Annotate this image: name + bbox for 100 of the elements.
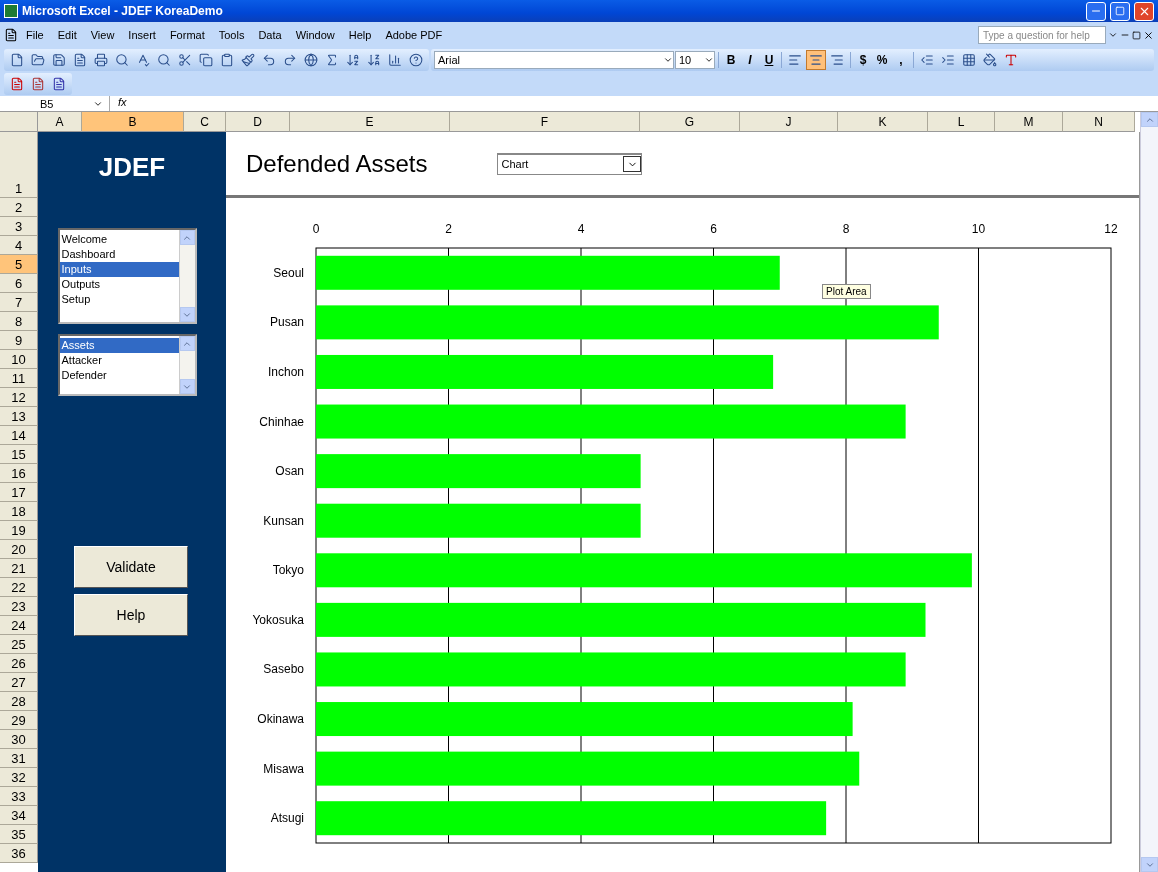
row-header[interactable]: 21	[0, 559, 38, 578]
spelling-icon[interactable]	[136, 53, 150, 67]
row-header[interactable]: 3	[0, 217, 38, 236]
restore-icon[interactable]	[1132, 30, 1141, 40]
list-item[interactable]: Inputs	[59, 262, 179, 277]
help-search-field[interactable]: Type a question for help	[978, 26, 1106, 44]
row-header[interactable]: 34	[0, 806, 38, 825]
fill-color-icon[interactable]	[983, 53, 997, 67]
row-header[interactable]: 35	[0, 825, 38, 844]
section-listbox[interactable]: Assets Attacker Defender	[57, 334, 197, 396]
globe-icon[interactable]	[304, 53, 318, 67]
print-preview-icon[interactable]	[115, 53, 129, 67]
row-header[interactable]: 18	[0, 502, 38, 521]
row-header[interactable]: 9	[0, 331, 38, 350]
row-header[interactable]: 8	[0, 312, 38, 331]
sum-icon[interactable]	[325, 53, 339, 67]
menu-item[interactable]: Data	[252, 27, 288, 43]
menu-item[interactable]: Help	[342, 27, 378, 43]
sidebar-button[interactable]: Help	[74, 594, 188, 636]
row-header[interactable]: 14	[0, 426, 38, 445]
printer-icon[interactable]	[94, 53, 108, 67]
row-header[interactable]: 15	[0, 445, 38, 464]
column-header[interactable]: A	[38, 112, 82, 132]
menu-item[interactable]: Insert	[122, 27, 162, 43]
row-header[interactable]: 26	[0, 654, 38, 673]
column-header[interactable]: K	[838, 112, 928, 132]
new-file-icon[interactable]	[10, 53, 24, 67]
restore-button[interactable]	[1110, 1, 1130, 21]
paste-icon[interactable]	[220, 53, 234, 67]
column-header[interactable]: D	[226, 112, 290, 132]
menu-item[interactable]: Window	[289, 27, 341, 43]
row-header[interactable]: 19	[0, 521, 38, 540]
help-icon[interactable]	[409, 53, 423, 67]
pdf-icon[interactable]	[10, 77, 24, 91]
font-color-icon[interactable]	[1004, 53, 1018, 67]
column-header[interactable]: J	[740, 112, 838, 132]
row-header[interactable]: 27	[0, 673, 38, 692]
list-item[interactable]: Dashboard	[59, 247, 179, 262]
font-size-select[interactable]: 10	[675, 51, 715, 69]
row-header[interactable]: 20	[0, 540, 38, 559]
column-header[interactable]: G	[640, 112, 740, 132]
row-header[interactable]: 31	[0, 749, 38, 768]
style-button[interactable]: I	[741, 50, 759, 70]
row-header[interactable]: 36	[0, 844, 38, 863]
function-label[interactable]: fx	[110, 96, 135, 111]
name-box[interactable]: B5	[0, 96, 110, 111]
number-format-button[interactable]: ,	[892, 50, 910, 70]
row-header[interactable]: 2	[0, 198, 38, 217]
row-header[interactable]: 16	[0, 464, 38, 483]
column-header[interactable]: L	[928, 112, 995, 132]
row-header[interactable]: 4	[0, 236, 38, 255]
format-painter-icon[interactable]	[241, 53, 255, 67]
borders-icon[interactable]	[962, 53, 976, 67]
row-header[interactable]: 29	[0, 711, 38, 730]
column-header[interactable]: N	[1063, 112, 1135, 132]
row-header[interactable]: 12	[0, 388, 38, 407]
column-header[interactable]: E	[290, 112, 450, 132]
row-header[interactable]: 33	[0, 787, 38, 806]
row-header[interactable]: 1	[0, 132, 38, 198]
research-icon[interactable]	[157, 53, 171, 67]
row-header[interactable]: 32	[0, 768, 38, 787]
number-format-button[interactable]: %	[873, 50, 891, 70]
menu-item[interactable]: Tools	[212, 27, 251, 43]
save-icon[interactable]	[52, 53, 66, 67]
menu-item[interactable]: View	[84, 27, 121, 43]
menu-item[interactable]: Edit	[51, 27, 83, 43]
font-select[interactable]: Arial	[434, 51, 674, 69]
workbook-icon[interactable]	[4, 28, 18, 42]
row-header[interactable]: 5	[0, 255, 38, 274]
list-item[interactable]: Outputs	[59, 277, 179, 292]
column-header[interactable]: B	[82, 112, 184, 132]
dropdown-icon[interactable]	[704, 55, 714, 65]
row-header[interactable]: 24	[0, 616, 38, 635]
column-header[interactable]: C	[184, 112, 226, 132]
increase-indent-icon[interactable]	[941, 53, 955, 67]
bar-chart-icon[interactable]	[388, 53, 402, 67]
row-header[interactable]: 23	[0, 597, 38, 616]
undo-icon[interactable]	[262, 53, 276, 67]
list-item[interactable]: Defender	[59, 368, 179, 383]
list-item[interactable]: Welcome	[59, 232, 179, 247]
close-icon[interactable]	[1143, 29, 1154, 41]
cut-icon[interactable]	[178, 53, 192, 67]
list-item[interactable]: Setup	[59, 292, 179, 307]
decrease-indent-icon[interactable]	[920, 53, 934, 67]
number-format-button[interactable]: $	[854, 50, 872, 70]
dropdown-icon[interactable]	[663, 55, 673, 65]
document-icon[interactable]	[73, 53, 87, 67]
column-header[interactable]: F	[450, 112, 640, 132]
row-header[interactable]: 17	[0, 483, 38, 502]
row-header[interactable]: 30	[0, 730, 38, 749]
sort-ascending-icon[interactable]	[346, 53, 360, 67]
column-header[interactable]: M	[995, 112, 1063, 132]
row-header[interactable]: 10	[0, 350, 38, 369]
row-header[interactable]: 7	[0, 293, 38, 312]
pdf-icon[interactable]	[31, 77, 45, 91]
row-header[interactable]: 13	[0, 407, 38, 426]
copy-icon[interactable]	[199, 53, 213, 67]
style-button[interactable]: B	[722, 50, 740, 70]
redo-icon[interactable]	[283, 53, 297, 67]
navigation-listbox[interactable]: Welcome Dashboard Inputs Outputs Setup	[57, 228, 197, 324]
